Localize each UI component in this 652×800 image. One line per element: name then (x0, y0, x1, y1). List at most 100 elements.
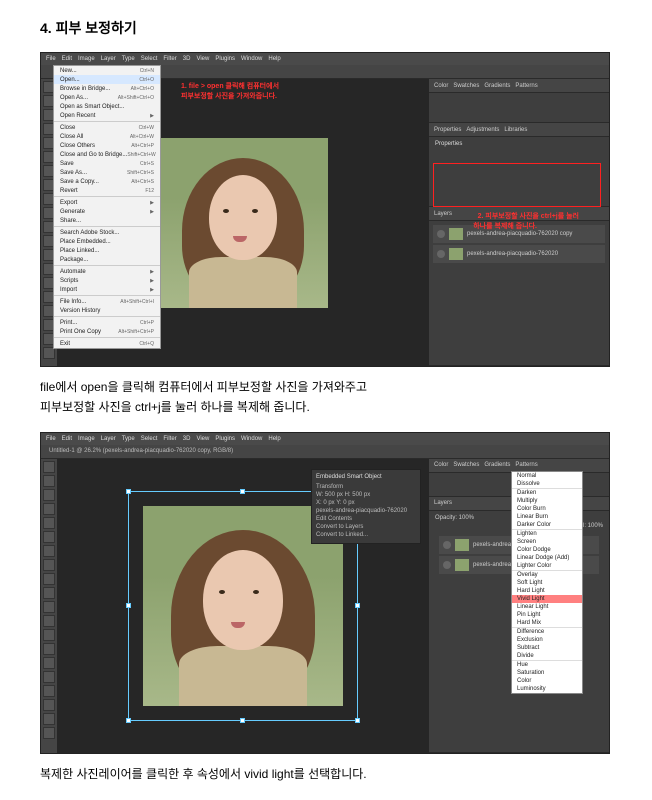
file-menu-item[interactable]: SaveCtrl+S (54, 159, 160, 168)
menu-window[interactable]: Window (241, 436, 262, 442)
file-menu-item[interactable]: RevertF12 (54, 186, 160, 195)
panel-tab-patterns[interactable]: Patterns (515, 462, 537, 468)
menu-file[interactable]: File (46, 56, 56, 62)
menu-window[interactable]: Window (241, 56, 262, 62)
layer-name[interactable]: pexels-andrea-piacquadio-762020 copy (467, 231, 572, 237)
file-menu-item[interactable]: Place Embedded... (54, 237, 160, 246)
panel-tab-swatches[interactable]: Swatches (453, 462, 479, 468)
tool-button[interactable] (43, 461, 55, 473)
blend-mode-option[interactable]: Darken (512, 489, 582, 497)
menu-3d[interactable]: 3D (183, 436, 191, 442)
file-menu-item[interactable]: Close OthersAlt+Ctrl+P (54, 141, 160, 150)
menu-help[interactable]: Help (268, 436, 280, 442)
tool-button[interactable] (43, 503, 55, 515)
blend-mode-option[interactable]: Difference (512, 628, 582, 636)
panel-tab-gradients[interactable]: Gradients (484, 462, 510, 468)
blend-mode-option[interactable]: Color Dodge (512, 546, 582, 554)
blend-mode-option[interactable]: Exclusion (512, 636, 582, 644)
blend-mode-option[interactable]: Dissolve (512, 480, 582, 488)
tool-button[interactable] (43, 587, 55, 599)
blend-mode-option[interactable]: Luminosity (512, 685, 582, 693)
layer-row[interactable]: pexels-andrea-piacquadio-762020 (433, 245, 605, 263)
blend-mode-option[interactable]: Multiply (512, 497, 582, 505)
file-menu-item[interactable]: Print One CopyAlt+Shift+Ctrl+P (54, 327, 160, 336)
file-menu-item[interactable]: Search Adobe Stock... (54, 228, 160, 237)
menu-image[interactable]: Image (78, 56, 95, 62)
blend-mode-option[interactable]: Lighter Color (512, 562, 582, 570)
panel-tab-gradients[interactable]: Gradients (484, 83, 510, 89)
file-menu-item[interactable]: Version History (54, 306, 160, 315)
menu-layer[interactable]: Layer (101, 436, 116, 442)
panel-tab-color[interactable]: Color (434, 462, 448, 468)
tool-button[interactable] (43, 489, 55, 501)
menu-filter[interactable]: Filter (163, 436, 176, 442)
file-menu-item[interactable]: Save As...Shift+Ctrl+S (54, 168, 160, 177)
file-menu-item[interactable]: Open...Ctrl+O (54, 75, 160, 84)
file-menu-item[interactable]: CloseCtrl+W (54, 123, 160, 132)
file-menu-item[interactable]: Place Linked... (54, 246, 160, 255)
layers-tab[interactable]: Layers (434, 500, 452, 506)
file-menu-item[interactable]: File Info...Alt+Shift+Ctrl+I (54, 297, 160, 306)
panel-tab-swatches[interactable]: Swatches (453, 83, 479, 89)
blend-mode-option[interactable]: Lighten (512, 530, 582, 538)
blend-mode-option[interactable]: Normal (512, 472, 582, 480)
panel-tab-libraries[interactable]: Libraries (504, 127, 527, 133)
menu-help[interactable]: Help (268, 56, 280, 62)
menu-edit[interactable]: Edit (62, 436, 72, 442)
menu-filter[interactable]: Filter (163, 56, 176, 62)
panel-tab-patterns[interactable]: Patterns (515, 83, 537, 89)
file-menu-item[interactable]: Print...Ctrl+P (54, 318, 160, 327)
file-menu-item[interactable]: Share... (54, 216, 160, 225)
blend-mode-option[interactable]: Vivid Light (512, 595, 582, 603)
file-menu-item[interactable]: Export▶ (54, 198, 160, 207)
tool-button[interactable] (43, 629, 55, 641)
doc-title-tab[interactable]: Untitled-1 @ 26.2% (pexels-andrea-piacqu… (49, 448, 233, 454)
file-menu-dropdown[interactable]: New...Ctrl+NOpen...Ctrl+OBrowse in Bridg… (53, 65, 161, 349)
file-menu-item[interactable]: Close and Go to Bridge...Shift+Ctrl+W (54, 150, 160, 159)
tool-button[interactable] (43, 685, 55, 697)
blend-mode-option[interactable]: Color Burn (512, 505, 582, 513)
tool-button[interactable] (43, 657, 55, 669)
tool-button[interactable] (43, 671, 55, 683)
file-menu-item[interactable]: Open Recent▶ (54, 111, 160, 120)
tool-button[interactable] (43, 713, 55, 725)
blend-mode-option[interactable]: Darker Color (512, 521, 582, 529)
blend-mode-option[interactable]: Color (512, 677, 582, 685)
menu-edit[interactable]: Edit (62, 56, 72, 62)
file-menu-item[interactable]: Close AllAlt+Ctrl+W (54, 132, 160, 141)
visibility-eye-icon[interactable] (437, 230, 445, 238)
blend-mode-option[interactable]: Linear Burn (512, 513, 582, 521)
blend-mode-option[interactable]: Screen (512, 538, 582, 546)
tool-button[interactable] (43, 727, 55, 739)
file-menu-item[interactable]: New...Ctrl+N (54, 66, 160, 75)
file-menu-item[interactable]: Import▶ (54, 285, 160, 294)
menu-view[interactable]: View (196, 56, 209, 62)
tool-button[interactable] (43, 545, 55, 557)
visibility-eye-icon[interactable] (443, 541, 451, 549)
visibility-eye-icon[interactable] (443, 561, 451, 569)
file-menu-item[interactable]: Scripts▶ (54, 276, 160, 285)
blend-mode-option[interactable]: Overlay (512, 571, 582, 579)
panel-tab-color[interactable]: Color (434, 83, 448, 89)
panel-tab-adjustments[interactable]: Adjustments (466, 127, 499, 133)
tool-button[interactable] (43, 699, 55, 711)
tool-button[interactable] (43, 601, 55, 613)
file-menu-item[interactable]: Automate▶ (54, 267, 160, 276)
menu-3d[interactable]: 3D (183, 56, 191, 62)
tool-button[interactable] (43, 517, 55, 529)
panel-tab-properties[interactable]: Properties (434, 127, 461, 133)
menu-file[interactable]: File (46, 436, 56, 442)
tool-button[interactable] (43, 615, 55, 627)
file-menu-item[interactable]: Browse in Bridge...Alt+Ctrl+O (54, 84, 160, 93)
file-menu-item[interactable]: Package... (54, 255, 160, 264)
blend-mode-option[interactable]: Hard Mix (512, 619, 582, 627)
menu-image[interactable]: Image (78, 436, 95, 442)
menu-layer[interactable]: Layer (101, 56, 116, 62)
tool-button[interactable] (43, 643, 55, 655)
blend-mode-option[interactable]: Linear Dodge (Add) (512, 554, 582, 562)
visibility-eye-icon[interactable] (437, 250, 445, 258)
blend-mode-option[interactable]: Saturation (512, 669, 582, 677)
blend-mode-option[interactable]: Subtract (512, 644, 582, 652)
menu-plugins[interactable]: Plugins (215, 56, 235, 62)
blend-mode-option[interactable]: Hue (512, 661, 582, 669)
